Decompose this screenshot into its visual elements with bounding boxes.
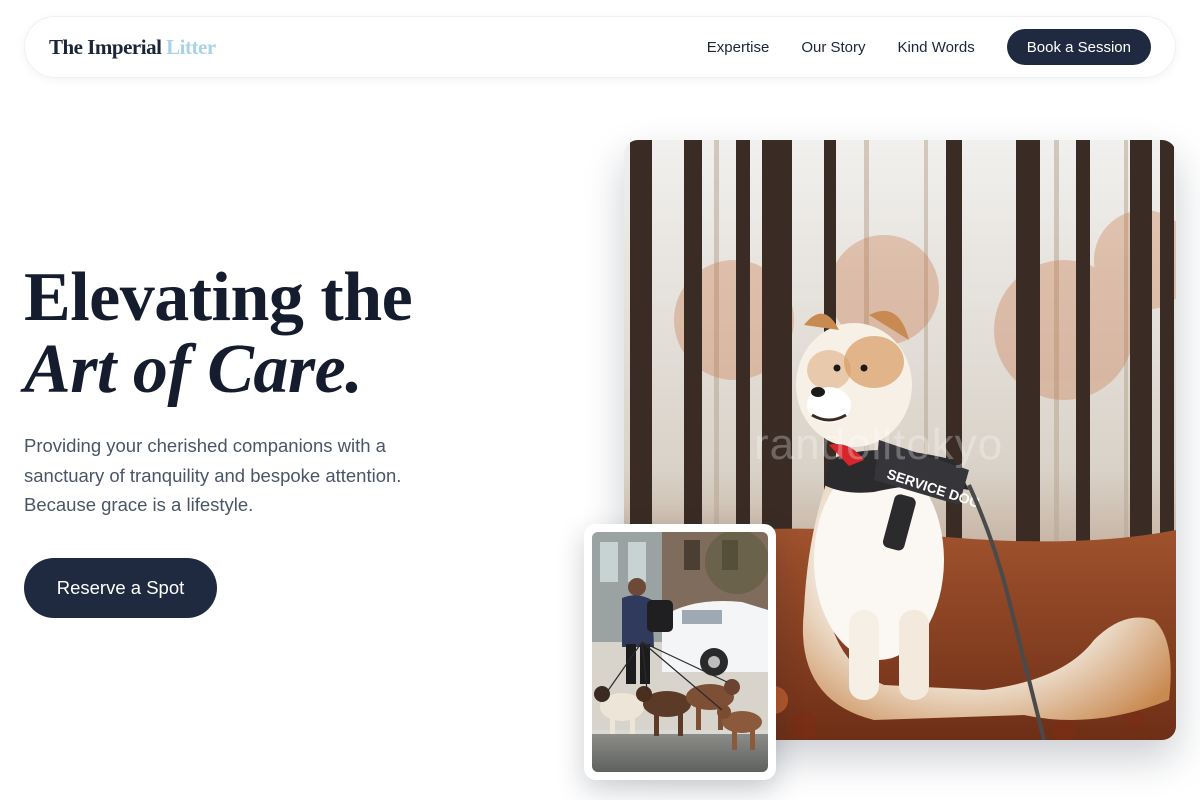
nav-links: Expertise Our Story Kind Words Book a Se… xyxy=(675,29,1151,65)
hero-subtitle: Providing your cherished companions with… xyxy=(24,435,402,515)
hero-title: Elevating the Art of Care. xyxy=(24,259,413,408)
photo-watermark: randolltokyo xyxy=(754,420,1004,469)
hero-title-line2: Art of Care. xyxy=(24,331,363,408)
brand-logo[interactable]: The Imperial Litter xyxy=(49,35,216,60)
brand-name-accent: Litter xyxy=(166,34,216,59)
hero-title-line1: Elevating the xyxy=(24,259,413,336)
nav-link-kind-words[interactable]: Kind Words xyxy=(898,39,975,56)
secondary-photo-card xyxy=(584,524,776,780)
dog-walker-illustration xyxy=(592,532,768,772)
brand-name-primary: The Imperial xyxy=(49,34,162,59)
reserve-spot-button[interactable]: Reserve a Spot xyxy=(24,558,217,618)
book-session-button[interactable]: Book a Session xyxy=(1006,29,1151,65)
dog-walker-photo xyxy=(592,532,768,772)
navbar: The Imperial Litter Expertise Our Story … xyxy=(24,16,1176,78)
nav-link-our-story[interactable]: Our Story xyxy=(801,39,865,56)
nav-link-expertise[interactable]: Expertise xyxy=(707,39,770,56)
